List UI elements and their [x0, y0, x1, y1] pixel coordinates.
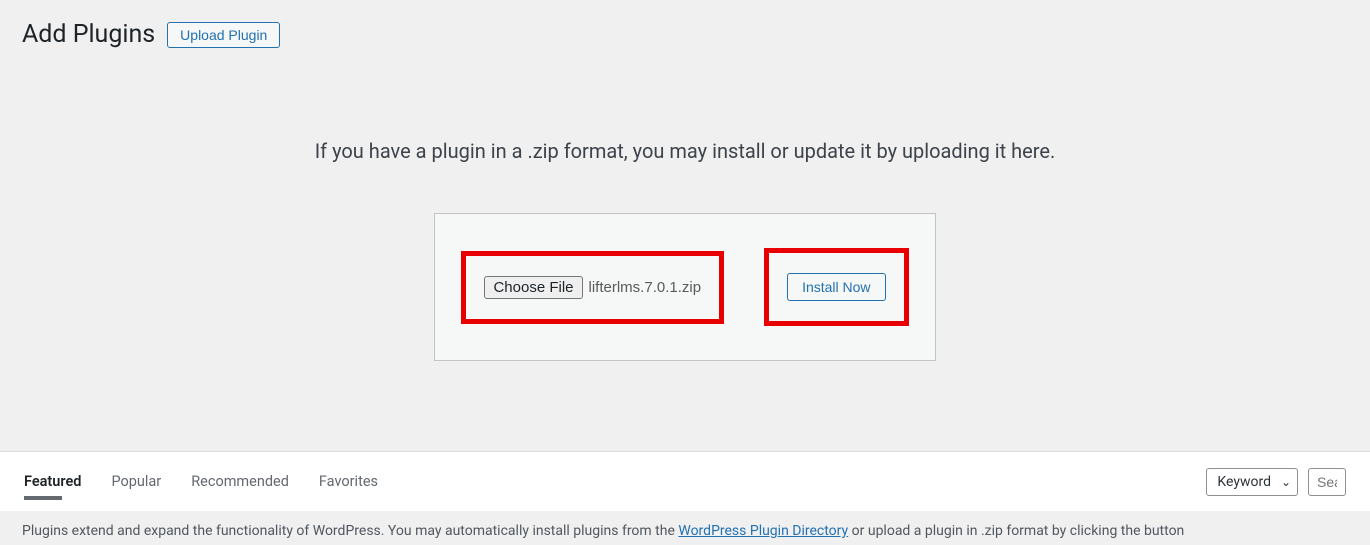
tab-favorites[interactable]: Favorites — [319, 455, 378, 508]
footer-text-after: or upload a plugin in .zip format by cli… — [848, 523, 1184, 539]
page-header: Add Plugins Upload Plugin — [0, 0, 1370, 59]
search-type-label: Keyword — [1217, 474, 1271, 490]
search-controls: Keyword ⌄ — [1206, 468, 1346, 496]
file-chooser-highlight: Choose File lifterlms.7.0.1.zip — [461, 251, 724, 324]
upload-plugin-button[interactable]: Upload Plugin — [167, 22, 280, 48]
tabs-section: Featured Popular Recommended Favorites K… — [0, 451, 1370, 511]
tab-recommended[interactable]: Recommended — [191, 455, 289, 508]
plugin-directory-link[interactable]: WordPress Plugin Directory — [678, 523, 848, 539]
choose-file-button[interactable]: Choose File — [484, 276, 582, 299]
selected-file-name: lifterlms.7.0.1.zip — [589, 279, 702, 296]
upload-form-container: Choose File lifterlms.7.0.1.zip Install … — [0, 213, 1370, 361]
install-now-button[interactable]: Install Now — [787, 273, 885, 301]
search-input[interactable] — [1308, 468, 1346, 496]
search-type-select[interactable]: Keyword ⌄ — [1206, 468, 1298, 496]
install-highlight: Install Now — [764, 248, 908, 326]
filter-tabs: Featured Popular Recommended Favorites — [24, 455, 378, 508]
tab-popular[interactable]: Popular — [111, 455, 161, 508]
page-title: Add Plugins — [22, 20, 155, 49]
tab-featured[interactable]: Featured — [24, 455, 81, 508]
upload-form: Choose File lifterlms.7.0.1.zip Install … — [434, 213, 935, 361]
upload-instructions: If you have a plugin in a .zip format, y… — [0, 139, 1370, 163]
chevron-down-icon: ⌄ — [1281, 475, 1291, 489]
footer-text-before: Plugins extend and expand the functional… — [22, 523, 678, 539]
footer-description: Plugins extend and expand the functional… — [0, 511, 1370, 539]
